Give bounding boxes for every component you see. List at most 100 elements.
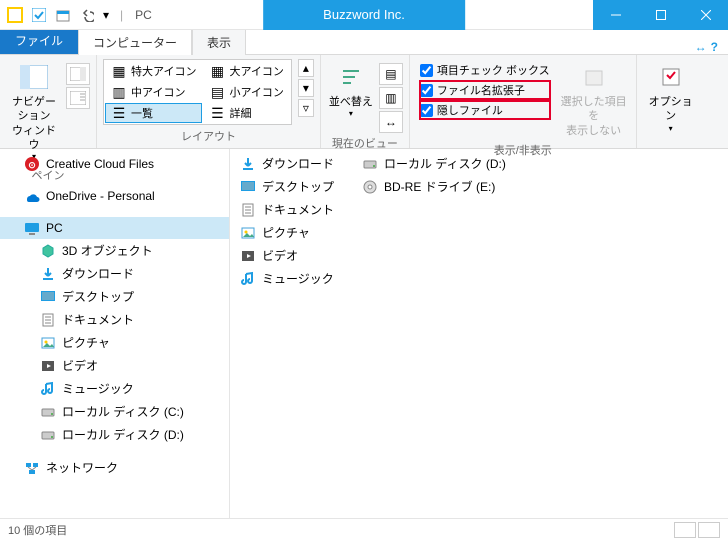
layout-gallery[interactable]: ▦特大アイコン ▦大アイコン ▥中アイコン ▤小アイコン ☰一覧 ☰詳細 [103, 59, 292, 125]
sort-button[interactable]: 並べ替え ▾ [327, 59, 375, 122]
tree-label: ネットワーク [46, 459, 118, 476]
layout-more[interactable]: ▿ [298, 99, 314, 117]
content-label: ピクチャ [262, 224, 310, 241]
content-item[interactable]: ドキュメント [240, 201, 334, 218]
details-pane-button[interactable] [66, 87, 90, 109]
help-area[interactable]: ↔ ? [685, 40, 728, 54]
layout-medium-icons[interactable]: ▥中アイコン [105, 82, 202, 102]
tree-label: ドキュメント [62, 311, 134, 328]
doc-icon [40, 312, 56, 328]
content-label: ドキュメント [262, 201, 334, 218]
layout-details[interactable]: ☰詳細 [203, 103, 289, 123]
tree-label: ダウンロード [62, 265, 134, 282]
window-controls [593, 0, 728, 30]
content-label: ダウンロード [262, 155, 334, 172]
tree-item[interactable]: PC [0, 217, 229, 239]
brand-title: Buzzword Inc. [263, 0, 465, 30]
content-item[interactable]: BD-RE ドライブ (E:) [362, 178, 506, 195]
tree-item[interactable]: ⊙Creative Cloud Files [0, 153, 229, 175]
maximize-button[interactable] [638, 0, 683, 30]
group-options: オプション ▾ [637, 55, 705, 148]
music-icon [40, 381, 56, 397]
tree-item[interactable]: ローカル ディスク (C:) [0, 400, 229, 423]
tree-item[interactable]: ピクチャ [0, 331, 229, 354]
status-bar: 10 個の項目 [0, 518, 728, 540]
help-icon[interactable]: ? [711, 40, 718, 54]
options-button[interactable]: オプション ▾ [643, 59, 699, 136]
qat-undo-icon[interactable] [76, 4, 98, 26]
checkbox-icon[interactable] [420, 104, 433, 117]
tree-item[interactable]: ミュージック [0, 377, 229, 400]
qat-newwin-icon[interactable] [52, 4, 74, 26]
checkbox-icon[interactable] [420, 84, 433, 97]
nav-pane-label: ナビゲーション ウィンドウ [8, 95, 60, 152]
add-columns-button[interactable]: ▥ [379, 87, 403, 109]
xl-icon: ▦ [111, 63, 127, 79]
layout-large-icons[interactable]: ▦大アイコン [203, 61, 289, 81]
tree-label: OneDrive - Personal [46, 189, 155, 203]
layout-scroll-down[interactable]: ▾ [298, 79, 314, 97]
pic-icon [40, 335, 56, 351]
tree-item[interactable]: ローカル ディスク (D:) [0, 423, 229, 446]
chevron-down-icon: ▾ [349, 109, 353, 119]
chk-hidden-files[interactable]: 隠しファイル [420, 101, 550, 119]
desktop-icon [240, 179, 256, 195]
group-by-button[interactable]: ▤ [379, 63, 403, 85]
tree-item[interactable]: ドキュメント [0, 308, 229, 331]
hide-selected-button[interactable]: 選択した項目を 表示しない [558, 59, 630, 140]
content-label: ビデオ [262, 247, 298, 264]
close-button[interactable] [683, 0, 728, 30]
size-columns-button[interactable]: ↔ [379, 111, 403, 133]
chk-file-extensions[interactable]: ファイル名拡張子 [420, 81, 550, 99]
content-item[interactable]: ピクチャ [240, 224, 334, 241]
onedrive-icon [24, 188, 40, 204]
tree-item[interactable]: ネットワーク [0, 456, 229, 479]
qat-check-icon[interactable] [28, 4, 50, 26]
view-thumb-button[interactable] [698, 522, 720, 538]
content-item[interactable]: ビデオ [240, 247, 334, 264]
svg-text:⊙: ⊙ [28, 160, 36, 170]
content-item[interactable]: ミュージック [240, 270, 334, 287]
content-item[interactable]: デスクトップ [240, 178, 334, 195]
tree-label: デスクトップ [62, 288, 134, 305]
content-item[interactable]: ダウンロード [240, 155, 334, 172]
pic-icon [240, 225, 256, 241]
chevron-down-icon: ▾ [669, 124, 673, 134]
tree-item[interactable]: ダウンロード [0, 262, 229, 285]
tab-computer[interactable]: コンピューター [78, 29, 192, 55]
view-details-button[interactable] [674, 522, 696, 538]
layout-small-icons[interactable]: ▤小アイコン [203, 82, 289, 102]
separator: | [120, 8, 123, 22]
tree-item[interactable]: 3D オブジェクト [0, 239, 229, 262]
tree-item[interactable]: ビデオ [0, 354, 229, 377]
tree-item[interactable]: デスクトップ [0, 285, 229, 308]
tree-item[interactable]: OneDrive - Personal [0, 185, 229, 207]
pc-icon [24, 220, 40, 236]
chk-item-checkboxes[interactable]: 項目チェック ボックス [420, 61, 550, 79]
minimize-button[interactable] [593, 0, 638, 30]
group-layout-label: レイアウト [103, 126, 314, 146]
group-layout: ▦特大アイコン ▦大アイコン ▥中アイコン ▤小アイコン ☰一覧 ☰詳細 ▴ ▾… [97, 55, 321, 148]
options-icon [655, 61, 687, 93]
nav-tree[interactable]: ⊙Creative Cloud Files OneDrive - Personal… [0, 149, 230, 518]
tab-view[interactable]: 表示 [192, 29, 246, 55]
checkbox-icon[interactable] [420, 64, 433, 77]
tab-file[interactable]: ファイル [0, 27, 78, 54]
expand-ribbon-icon[interactable]: ↔ [695, 40, 707, 54]
content-item[interactable]: ローカル ディスク (D:) [362, 155, 506, 172]
hide-icon [578, 61, 610, 93]
disk-icon [362, 156, 378, 172]
app-icon [4, 4, 26, 26]
layout-list[interactable]: ☰一覧 [105, 103, 202, 123]
cc-icon: ⊙ [24, 156, 40, 172]
desktop-icon [40, 289, 56, 305]
layout-scroll-up[interactable]: ▴ [298, 59, 314, 77]
tree-label: ビデオ [62, 357, 98, 374]
content-pane[interactable]: ダウンロードデスクトップドキュメントピクチャビデオミュージック ローカル ディス… [230, 149, 728, 518]
preview-pane-button[interactable] [66, 63, 90, 85]
download-icon [40, 266, 56, 282]
network-icon [24, 460, 40, 476]
tree-label: ローカル ディスク (D:) [62, 426, 184, 443]
layout-xl-icons[interactable]: ▦特大アイコン [105, 61, 202, 81]
qat-dropdown-icon[interactable]: ▾ [100, 4, 112, 26]
